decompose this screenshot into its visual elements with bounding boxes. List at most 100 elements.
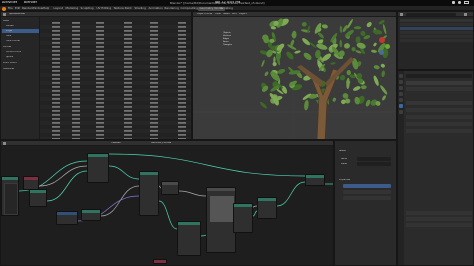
scene-icon[interactable]	[399, 92, 403, 96]
properties-row[interactable]	[406, 108, 472, 112]
object-icon[interactable]	[399, 98, 403, 102]
node-geometry[interactable]	[305, 174, 325, 186]
activities-button[interactable]: Activities	[2, 1, 17, 4]
properties-row[interactable]	[406, 129, 472, 133]
spreadsheet-row[interactable]	[40, 109, 192, 113]
spreadsheet-row[interactable]	[40, 45, 192, 49]
outliner-search-input[interactable]	[406, 13, 456, 16]
zoom-icon[interactable]	[390, 58, 394, 62]
spreadsheet-row[interactable]	[40, 81, 192, 85]
spreadsheet-row[interactable]	[40, 97, 192, 101]
spreadsheet-row[interactable]	[40, 53, 192, 57]
object-mode-dropdown[interactable]: Object Mode	[197, 13, 212, 15]
node-option[interactable]	[343, 196, 391, 200]
domain-item[interactable]: Vertex	[6, 25, 14, 27]
domain-item[interactable]: Spline	[6, 56, 13, 58]
axis-gizmo-x[interactable]	[379, 37, 385, 43]
domain-item[interactable]: Face Corner	[6, 40, 20, 42]
geometry-node-editor[interactable]: TreeGen Geometry Nodes	[0, 140, 334, 266]
axis-gizmo-z[interactable]	[379, 50, 384, 55]
properties-search-input[interactable]	[406, 74, 472, 78]
blender-logo-icon[interactable]	[2, 6, 6, 11]
spreadsheet-row[interactable]	[40, 121, 192, 125]
render-icon[interactable]	[399, 80, 403, 84]
domain-item[interactable]: Control Point	[6, 51, 21, 53]
spreadsheet-row[interactable]	[40, 133, 192, 137]
3d-viewport[interactable]: Object Mode View Select Add Object Objec…	[192, 11, 397, 140]
curve-widget[interactable]	[4, 183, 18, 215]
spreadsheet-row[interactable]	[40, 37, 192, 41]
outliner-tree[interactable]	[400, 19, 473, 69]
node-reroute[interactable]	[161, 181, 179, 195]
material-icon[interactable]	[399, 110, 403, 114]
output-icon[interactable]	[399, 86, 403, 90]
menu-add[interactable]: Add	[232, 13, 237, 15]
spreadsheet-row[interactable]	[40, 93, 192, 97]
node-geometry[interactable]	[177, 221, 201, 256]
spreadsheet-table[interactable]	[40, 17, 192, 139]
spreadsheet-row[interactable]	[40, 89, 192, 93]
menu-file[interactable]: File	[8, 7, 13, 10]
spreadsheet-row[interactable]	[40, 85, 192, 89]
node-image-texture[interactable]	[206, 187, 236, 253]
axis-gizmo-y[interactable]	[385, 44, 390, 49]
domain-item[interactable]: Curves	[3, 46, 11, 48]
spreadsheet-row[interactable]	[40, 21, 192, 25]
node-geometry[interactable]	[81, 209, 101, 221]
node-geometry[interactable]	[257, 197, 277, 219]
domain-item[interactable]: Mesh	[3, 20, 9, 22]
properties-row[interactable]	[406, 223, 472, 227]
spreadsheet-row[interactable]	[40, 41, 192, 45]
spreadsheet-row[interactable]	[40, 125, 192, 129]
camera-icon[interactable]	[390, 70, 394, 74]
spreadsheet-row[interactable]	[40, 61, 192, 65]
spreadsheet-row[interactable]	[40, 25, 192, 29]
node-label-field[interactable]	[357, 162, 391, 166]
volume-icon[interactable]	[458, 1, 461, 4]
node-tree-name[interactable]: TreeGen	[111, 142, 121, 144]
properties-row[interactable]	[406, 87, 472, 91]
node-name-field[interactable]	[357, 157, 391, 161]
outliner-row[interactable]	[400, 35, 473, 38]
properties-row[interactable]	[406, 211, 472, 215]
node-input[interactable]	[23, 176, 39, 190]
app-menu[interactable]: Blender	[24, 1, 37, 4]
node-geometry[interactable]	[87, 153, 109, 183]
outliner-row[interactable]	[400, 39, 473, 42]
domain-item[interactable]: Instances	[3, 68, 14, 70]
editor-type-icon[interactable]	[3, 142, 6, 145]
menu-view[interactable]: View	[215, 13, 221, 15]
properties-row[interactable]	[406, 101, 472, 105]
spreadsheet-row[interactable]	[40, 105, 192, 109]
modifier-wrench-icon[interactable]	[399, 104, 403, 108]
node-geometry[interactable]	[29, 189, 47, 207]
network-icon[interactable]	[452, 1, 455, 4]
node-geometry[interactable]	[139, 171, 159, 216]
spreadsheet-row[interactable]	[40, 73, 192, 77]
properties-row[interactable]	[406, 217, 472, 221]
battery-icon[interactable]	[464, 1, 469, 4]
editor-type-icon[interactable]	[3, 13, 6, 16]
properties-row[interactable]	[406, 81, 472, 85]
spreadsheet-row[interactable]	[40, 29, 192, 33]
node-geometry[interactable]	[233, 203, 253, 233]
properties-row[interactable]	[406, 122, 472, 126]
menu-help[interactable]: Help	[43, 7, 49, 10]
spreadsheet-row[interactable]	[40, 57, 192, 61]
domain-item[interactable]: Point Cloud	[3, 62, 17, 64]
domain-item[interactable]: Face	[6, 35, 11, 37]
node-math[interactable]	[56, 211, 78, 225]
spreadsheet-row[interactable]	[40, 77, 192, 81]
outliner-icon[interactable]	[400, 13, 403, 16]
outliner-row-selected[interactable]	[400, 27, 473, 30]
spreadsheet-row[interactable]	[40, 33, 192, 37]
domain-item[interactable]: Edge	[6, 30, 12, 32]
spreadsheet-row[interactable]	[40, 69, 192, 73]
spreadsheet-row[interactable]	[40, 117, 192, 121]
outliner-row[interactable]	[400, 23, 473, 26]
active-button[interactable]	[343, 184, 391, 188]
spreadsheet-row[interactable]	[40, 49, 192, 53]
menu-render[interactable]: Render	[22, 7, 32, 10]
node-input[interactable]	[153, 259, 167, 264]
pan-icon[interactable]	[390, 64, 394, 68]
